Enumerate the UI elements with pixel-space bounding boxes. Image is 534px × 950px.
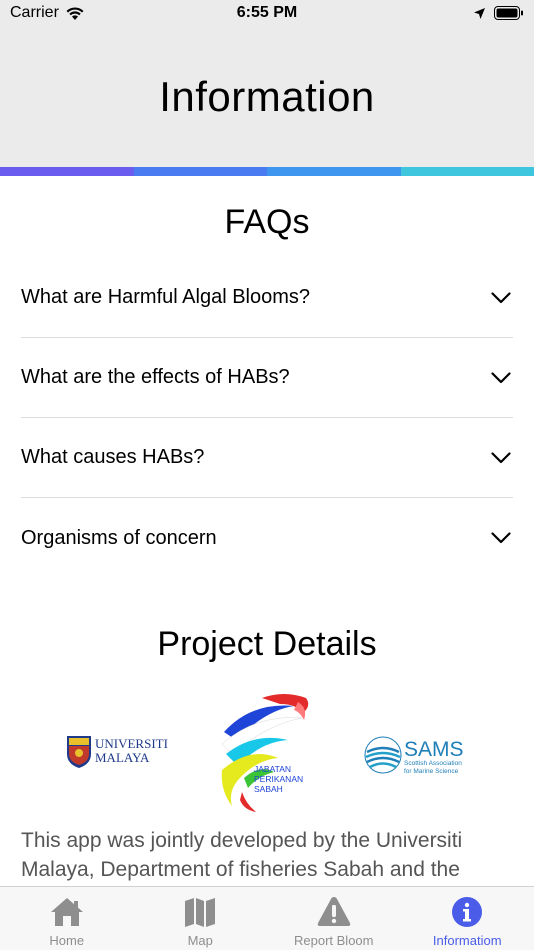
- tab-bar: Home Map Report Bloom Informatiom: [0, 886, 534, 950]
- jps-name-line3: SABAH: [254, 784, 283, 794]
- faq-question: What causes HABs?: [21, 446, 205, 468]
- faq-question: What are the effects of HABs?: [21, 366, 290, 388]
- home-icon: [50, 898, 83, 926]
- chevron-down-icon: [491, 291, 511, 303]
- warning-icon: [317, 897, 350, 926]
- sams-name: SAMS: [404, 738, 464, 761]
- jps-name-line1: JABATAN: [254, 764, 291, 774]
- tab-report-bloom[interactable]: Report Bloom: [267, 887, 401, 950]
- faq-item-effects-of-habs[interactable]: What are the effects of HABs?: [21, 338, 513, 418]
- jabatan-perikanan-sabah-logo: JABATAN PERIKANAN SABAH: [221, 694, 309, 812]
- accent-segment-3: [267, 167, 401, 176]
- faq-item-causes-habs[interactable]: What causes HABs?: [21, 418, 513, 498]
- project-details-title: Project Details: [157, 625, 377, 663]
- status-right: [473, 6, 524, 20]
- tab-label: Informatiom: [432, 933, 502, 948]
- faq-question: Organisms of concern: [21, 526, 217, 549]
- faq-question: What are Harmful Algal Blooms?: [21, 286, 311, 308]
- faq-item-harmful-algal-blooms[interactable]: What are Harmful Algal Blooms?: [21, 258, 513, 338]
- accent-segment-1: [0, 167, 134, 176]
- accent-bar: [0, 167, 534, 176]
- um-name-line1: UNIVERSITI: [95, 736, 168, 751]
- tab-information[interactable]: Informatiom: [401, 887, 534, 950]
- content-scroll[interactable]: FAQs What are Harmful Algal Blooms? What…: [0, 176, 534, 886]
- tab-label: Map: [187, 933, 213, 948]
- jps-name-line2: PERIKANAN: [254, 774, 303, 784]
- chevron-down-icon: [491, 371, 511, 383]
- page-title: Information: [159, 72, 375, 120]
- battery-icon: [494, 6, 523, 20]
- project-description: This app was jointly developed by the Un…: [21, 829, 463, 881]
- carrier-label: Carrier: [10, 4, 59, 21]
- header: Information: [0, 26, 534, 167]
- map-icon: [185, 898, 216, 927]
- sams-subtitle-line2: for Marine Science: [404, 768, 459, 775]
- tab-label: Report Bloom: [294, 933, 374, 948]
- accent-segment-4: [400, 167, 534, 176]
- chevron-down-icon: [491, 532, 511, 544]
- sams-subtitle-line1: Scottish Association: [404, 760, 462, 767]
- universiti-malaya-logo: UNIVERSITI MALAYA: [67, 736, 168, 768]
- sams-logo: SAMS Scottish Association for Marine Sci…: [364, 736, 464, 775]
- tab-map[interactable]: Map: [134, 887, 268, 950]
- faq-item-organisms-of-concern[interactable]: Organisms of concern: [21, 498, 513, 578]
- tab-home[interactable]: Home: [0, 887, 134, 950]
- partner-logos: UNIVERSITI MALAYA JABATAN PERIKANAN SABA…: [0, 686, 534, 816]
- location-arrow-icon: [474, 7, 485, 19]
- tab-label: Home: [49, 933, 85, 948]
- faq-title: FAQs: [224, 203, 310, 241]
- info-icon: [452, 897, 483, 927]
- status-bar: Carrier 6:55 PM: [0, 0, 534, 26]
- faq-list: What are Harmful Algal Blooms? What are …: [21, 258, 513, 578]
- wifi-icon: [66, 6, 84, 20]
- accent-segment-2: [133, 167, 267, 176]
- chevron-down-icon: [491, 451, 511, 463]
- um-name-line2: MALAYA: [95, 750, 150, 765]
- status-left: Carrier: [10, 4, 85, 22]
